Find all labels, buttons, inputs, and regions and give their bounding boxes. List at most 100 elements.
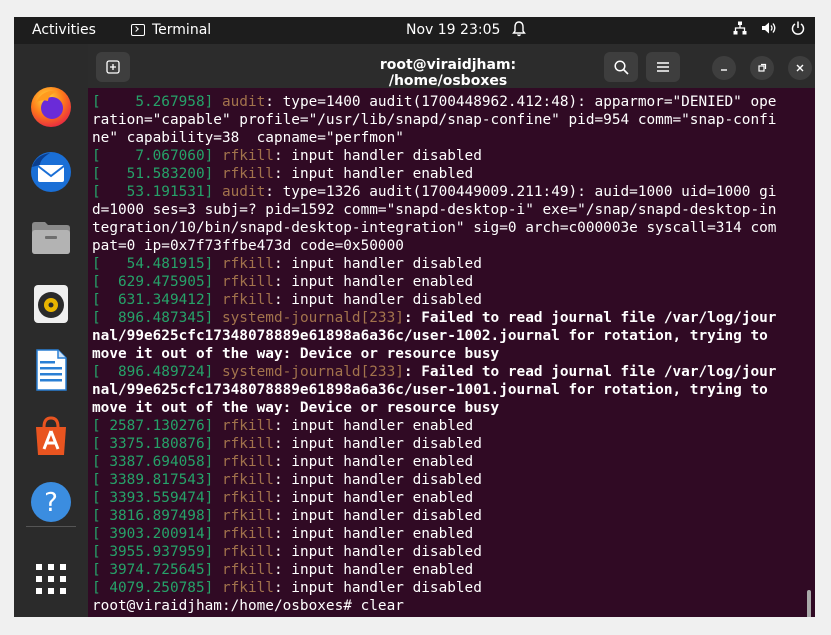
dock-item-thunderbird[interactable] xyxy=(26,147,76,197)
terminal-window[interactable]: root@viraidjham: /home/osboxes [ 5.26795… xyxy=(88,44,815,617)
terminal-app-icon xyxy=(131,24,145,36)
restore-icon xyxy=(758,63,767,72)
log-timestamp: [ 2587.130276] xyxy=(92,418,222,434)
log-timestamp: [ 3974.725645] xyxy=(92,562,222,578)
log-text: ne" capability=38 capname="perfmon" xyxy=(92,130,404,146)
log-source: rfkill xyxy=(221,490,274,506)
log-text: : input handler enabled xyxy=(273,274,474,290)
log-source: rfkill xyxy=(221,292,274,308)
files-icon xyxy=(32,222,70,254)
app-menu-label: Terminal xyxy=(152,22,212,38)
log-timestamp: [ 53.191531] xyxy=(92,184,222,200)
top-bar: Activities Terminal Nov 19 23:05 xyxy=(14,17,815,44)
log-source: systemd-journald[233] xyxy=(221,310,404,326)
bell-icon[interactable] xyxy=(512,21,526,41)
terminal-line: [ 3387.694058] rfkill: input handler ena… xyxy=(92,453,804,471)
new-tab-button[interactable] xyxy=(96,52,130,82)
terminal-line: [ 3389.817543] rfkill: input handler dis… xyxy=(92,471,804,489)
activities-button[interactable]: Activities xyxy=(32,22,96,38)
clock[interactable]: Nov 19 23:05 xyxy=(406,22,500,38)
log-timestamp: [ 896.487345] xyxy=(92,310,222,326)
app-center-icon xyxy=(36,416,66,455)
log-source: rfkill xyxy=(221,166,274,182)
log-timestamp: [ 3393.559474] xyxy=(92,490,222,506)
terminal-line: nal/99e625cfc17348078889e61898a6a36c/use… xyxy=(92,381,804,399)
terminal-line: [ 3393.559474] rfkill: input handler ena… xyxy=(92,489,804,507)
log-text: : type=1400 audit(1700448962.412:48): ap… xyxy=(265,94,777,110)
minimize-button[interactable] xyxy=(712,56,736,80)
search-button[interactable] xyxy=(604,52,638,82)
dock-item-files[interactable] xyxy=(26,213,76,263)
dock-item-help[interactable]: ? xyxy=(26,477,76,527)
dock-item-firefox[interactable] xyxy=(26,81,76,131)
terminal-line: [ 53.191531] audit: type=1326 audit(1700… xyxy=(92,183,804,201)
log-timestamp: [ 3903.200914] xyxy=(92,526,222,542)
log-text: : input handler disabled xyxy=(273,508,482,524)
terminal-line: [ 896.489724] systemd-journald[233]: Fai… xyxy=(92,363,804,381)
log-source: rfkill xyxy=(221,580,274,596)
terminal-line: [ 3375.180876] rfkill: input handler dis… xyxy=(92,435,804,453)
desktop-screen: Activities Terminal Nov 19 23:05 ? root@… xyxy=(14,17,815,617)
dock-item-libreoffice-writer[interactable] xyxy=(26,345,76,395)
log-text: : input handler disabled xyxy=(273,544,482,560)
power-icon xyxy=(791,21,805,39)
minimize-icon xyxy=(721,69,727,71)
dock-item-rhythmbox[interactable] xyxy=(26,279,76,329)
system-tray[interactable] xyxy=(733,21,805,39)
close-icon xyxy=(796,64,804,72)
maximize-button[interactable] xyxy=(750,56,774,80)
window-title: root@viraidjham: /home/osboxes xyxy=(379,57,517,89)
log-text: move it out of the way: Device or resour… xyxy=(92,400,500,416)
log-source: rfkill xyxy=(221,436,274,452)
volume-icon xyxy=(761,21,777,39)
terminal-line: tegration/10/bin/snapd-desktop-integrati… xyxy=(92,219,804,237)
terminal-line: [ 4079.250785] rfkill: input handler dis… xyxy=(92,579,804,597)
log-text: : input handler disabled xyxy=(273,580,482,596)
help-icon: ? xyxy=(31,482,71,522)
log-text: : input handler disabled xyxy=(273,148,482,164)
terminal-line: [ 3903.200914] rfkill: input handler ena… xyxy=(92,525,804,543)
firefox-icon xyxy=(31,87,71,127)
log-text: ration="capable" profile="/usr/lib/snapd… xyxy=(92,112,777,128)
dock: ? xyxy=(14,44,88,617)
log-timestamp: [ 4079.250785] xyxy=(92,580,222,596)
log-timestamp: [ 629.475905] xyxy=(92,274,222,290)
terminal-line: [ 3955.937959] rfkill: input handler dis… xyxy=(92,543,804,561)
log-text: : input handler enabled xyxy=(273,418,474,434)
log-text: : type=1326 audit(1700449009.211:49): au… xyxy=(265,184,777,200)
log-timestamp: [ 3387.694058] xyxy=(92,454,222,470)
log-text: : Failed to read journal file /var/log/j… xyxy=(403,364,777,380)
log-source: rfkill xyxy=(221,526,274,542)
dock-item-show-apps[interactable] xyxy=(26,554,76,604)
log-text: pat=0 ip=0x7f73ffbe473d code=0x50000 xyxy=(92,238,404,254)
dock-item-app-center[interactable] xyxy=(26,411,76,461)
scrollbar-thumb[interactable] xyxy=(807,590,811,617)
log-text: : input handler enabled xyxy=(273,526,474,542)
log-source: rfkill xyxy=(221,274,274,290)
log-text: tegration/10/bin/snapd-desktop-integrati… xyxy=(92,220,777,236)
log-source: audit xyxy=(221,94,266,110)
terminal-line: ne" capability=38 capname="perfmon" xyxy=(92,129,804,147)
log-text: : input handler enabled xyxy=(273,166,474,182)
log-timestamp: [ 3816.897498] xyxy=(92,508,222,524)
log-timestamp: [ 3955.937959] xyxy=(92,544,222,560)
log-source: audit xyxy=(221,184,266,200)
terminal-line: d=1000 ses=3 subj=? pid=1592 comm="snapd… xyxy=(92,201,804,219)
svg-text:?: ? xyxy=(44,488,58,518)
terminal-line: [ 5.267958] audit: type=1400 audit(17004… xyxy=(92,93,804,111)
new-tab-icon xyxy=(106,60,120,74)
terminal-line: [ 3974.725645] rfkill: input handler ena… xyxy=(92,561,804,579)
header-bar: root@viraidjham: /home/osboxes xyxy=(88,44,815,89)
log-source: rfkill xyxy=(221,454,274,470)
log-timestamp: [ 51.583200] xyxy=(92,166,222,182)
app-menu[interactable]: Terminal xyxy=(131,22,211,38)
terminal-output[interactable]: [ 5.267958] audit: type=1400 audit(17004… xyxy=(92,93,804,617)
log-text: : input handler enabled xyxy=(273,454,474,470)
close-button[interactable] xyxy=(788,56,812,80)
terminal-line: [ 54.481915] rfkill: input handler disab… xyxy=(92,255,804,273)
log-text: nal/99e625cfc17348078889e61898a6a36c/use… xyxy=(92,328,768,344)
thunderbird-icon xyxy=(31,152,71,192)
menu-button[interactable] xyxy=(646,52,680,82)
terminal-line: [ 7.067060] rfkill: input handler disabl… xyxy=(92,147,804,165)
hamburger-icon xyxy=(657,62,669,72)
